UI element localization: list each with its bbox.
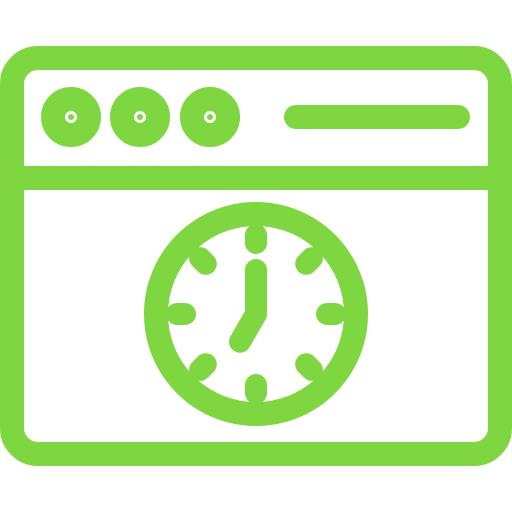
window-dot-center xyxy=(68,114,74,120)
clock-tick xyxy=(189,353,217,381)
clock-icon xyxy=(144,202,368,426)
clock-tick xyxy=(295,353,323,381)
clock-hour-hand xyxy=(229,303,267,353)
icon-canvas xyxy=(0,0,512,512)
window-dot-center xyxy=(207,114,213,120)
window-control-dots xyxy=(41,87,240,147)
window-dot-center xyxy=(137,114,143,120)
clock-tick xyxy=(295,247,323,275)
clock-hands xyxy=(229,259,267,353)
clock-tick xyxy=(189,247,217,275)
browser-window-clock-icon xyxy=(0,0,512,512)
